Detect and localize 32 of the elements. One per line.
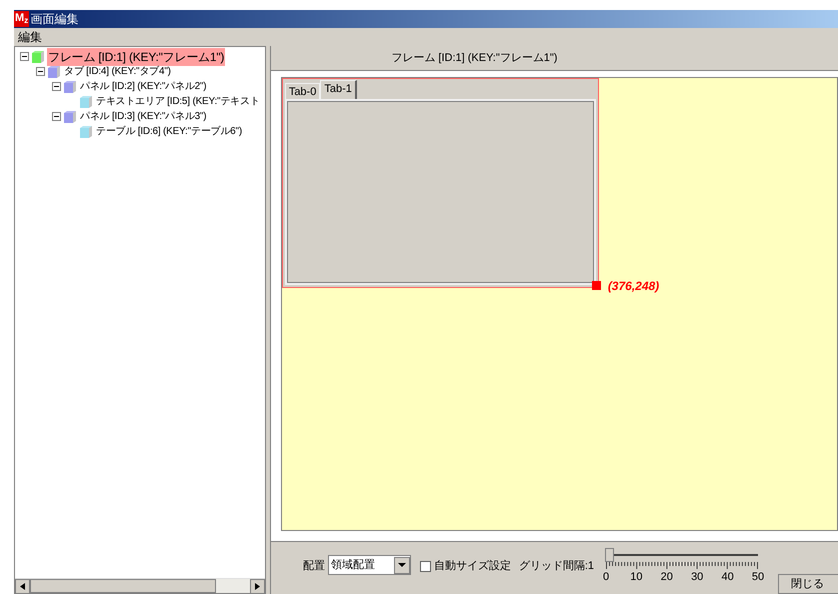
collapse-icon[interactable] xyxy=(36,67,45,76)
tick-label: 40 xyxy=(721,570,734,585)
tree-item[interactable]: フレーム [ID:1] (KEY:"フレーム1") xyxy=(47,48,226,66)
tab-component[interactable]: Tab-0 Tab-1 xyxy=(282,78,599,288)
collapse-icon[interactable] xyxy=(20,52,29,61)
layout-dropdown[interactable]: 領域配置 xyxy=(328,555,411,575)
tick-label: 50 xyxy=(752,570,764,585)
tree-item[interactable]: テーブル [ID:6] (KEY:"テーブル6") xyxy=(95,124,244,139)
tick-label: 0 xyxy=(602,570,610,585)
collapse-icon[interactable] xyxy=(52,112,61,121)
tree-item[interactable]: テキストエリア [ID:5] (KEY:"テキスト xyxy=(95,94,261,109)
tick-label: 20 xyxy=(660,570,673,585)
slider-thumb[interactable] xyxy=(605,548,614,562)
scroll-thumb[interactable] xyxy=(30,579,216,593)
tree-item[interactable]: パネル [ID:3] (KEY:"パネル3") xyxy=(79,109,208,124)
app-logo: M$_{z}$ xyxy=(14,11,30,27)
coordinate-label: (376,248) xyxy=(608,278,660,295)
tick-label: 10 xyxy=(630,570,643,585)
grid-slider[interactable]: 0 10 20 30 40 50 xyxy=(602,548,762,583)
tree-item[interactable]: タブ [ID:4] (KEY:"タブ4") xyxy=(63,64,172,79)
close-button[interactable]: 閉じる xyxy=(778,574,838,594)
menu-item[interactable]: 編集 xyxy=(14,28,46,46)
tab[interactable]: Tab-1 xyxy=(320,80,357,99)
auto-size-checkbox[interactable] xyxy=(420,560,431,572)
layout-label: 配置 xyxy=(302,559,325,574)
auto-size-label: 自動サイズ設定 xyxy=(434,558,511,574)
window-title: 画面編集 xyxy=(30,11,78,28)
grid-spacing-label: グリッド間隔:1 xyxy=(518,559,594,574)
tick-label: 30 xyxy=(691,570,704,585)
collapse-icon[interactable] xyxy=(52,82,61,91)
tree-item[interactable]: パネル [ID:2] (KEY:"パネル2") xyxy=(79,79,208,94)
tab[interactable]: Tab-0 xyxy=(284,82,320,99)
